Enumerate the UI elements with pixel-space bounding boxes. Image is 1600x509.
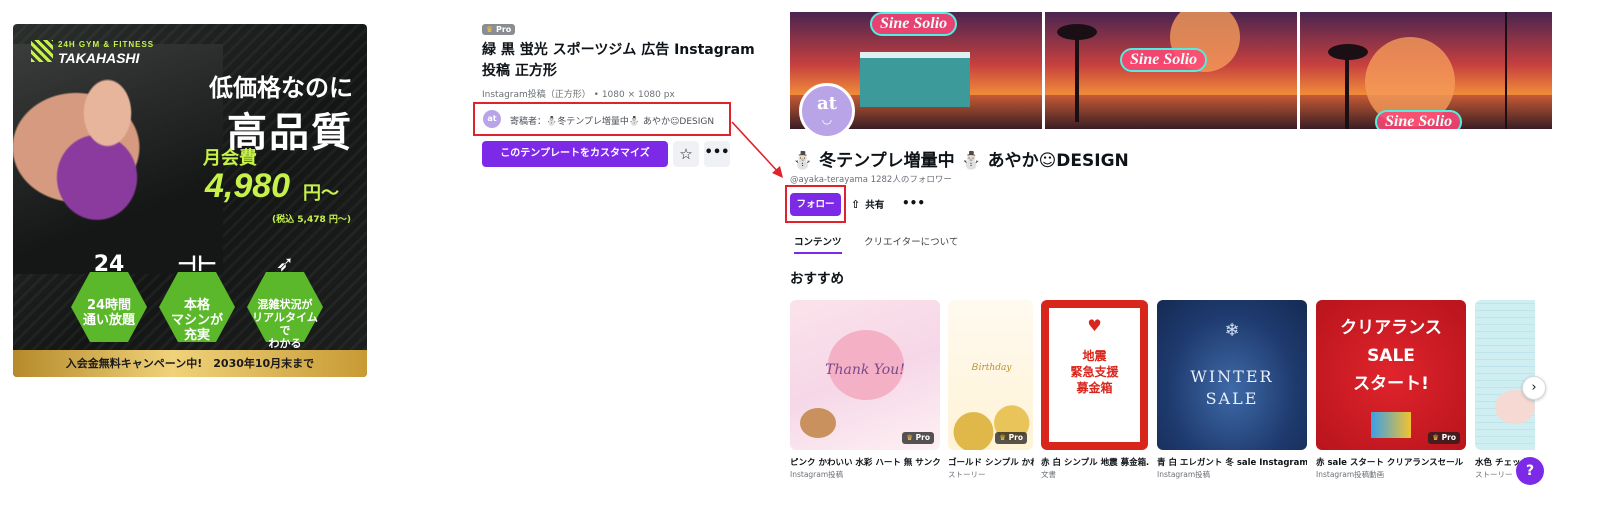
customize-template-button[interactable]: このテンプレートをカスタマイズ xyxy=(482,141,668,167)
card-art-text: 地震 緊急支援 募金箱 xyxy=(1070,349,1119,395)
card-title[interactable]: ピンク かわいい 水彩 ハート 無 サンク… xyxy=(790,456,940,468)
snowflake-icon: ❄ xyxy=(1224,320,1240,341)
template-title: 緑 黒 蛍光 スポーツジム 広告 Instagram 投稿 正方形 xyxy=(482,42,755,79)
brand-logo-icon xyxy=(31,40,53,62)
card-type: Instagram投稿 xyxy=(790,470,844,479)
creator-handle-followers: @ayaka-terayama 1282人のフォロワー xyxy=(790,175,952,185)
pro-badge: ♛ Pro xyxy=(1428,432,1460,444)
annotation-arrow xyxy=(731,121,783,178)
star-icon[interactable]: ☆ xyxy=(673,141,699,167)
ad-headline-1: 低価格なのに xyxy=(209,74,353,102)
share-icon: ⇧ xyxy=(851,198,861,211)
creator-name: ⛄ 冬テンプレ増量中 ⛄ あやか☺DESIGN xyxy=(792,151,1129,171)
contributor-avatar[interactable]: at xyxy=(483,110,501,128)
card-type: 文書 xyxy=(1041,470,1056,479)
banner-image-2: Sine Solio xyxy=(1045,12,1297,129)
creator-avatar[interactable]: at ◡ xyxy=(799,83,855,139)
feature-badge-text: 混雑状況が リアルタイムで わかる xyxy=(252,298,318,350)
banner-sign: Sine Solio xyxy=(1120,48,1208,72)
dumbbell-icon: ⊣⊢ xyxy=(176,252,218,277)
shopping-bag-icon xyxy=(1371,412,1411,438)
more-options-icon[interactable]: ••• xyxy=(704,141,730,167)
ad-footer-campaign: 入会金無料キャンペーン中! 2030年10月末まで xyxy=(13,350,367,377)
help-button[interactable]: ? xyxy=(1516,457,1544,485)
heart-hand-icon: ♥ xyxy=(1087,316,1102,335)
template-card-1[interactable]: Thank You! ♛ Pro xyxy=(790,300,940,450)
card-art-text: WINTER SALE xyxy=(1190,367,1274,408)
pro-badge: ♛ Pro xyxy=(995,432,1027,444)
card-art-text: Ｂirthday xyxy=(969,363,1012,373)
price-value: 4,980 xyxy=(205,167,291,205)
carousel-next-icon[interactable]: › xyxy=(1522,376,1546,400)
card-art-text: クリアランス SALE スタート! xyxy=(1340,318,1442,394)
share-button[interactable]: ⇧ 共有 xyxy=(851,193,884,216)
running-icon: ➶ xyxy=(275,252,295,277)
price-unit: 円〜 xyxy=(303,183,339,204)
feature-badge-24h: 24 24時間 通い放題 xyxy=(69,252,149,344)
template-card-4[interactable]: WINTER SALE ❄ xyxy=(1157,300,1307,450)
template-card-5[interactable]: クリアランス SALE スタート! ♛ Pro xyxy=(1316,300,1466,450)
template-card-6[interactable] xyxy=(1475,300,1535,450)
template-preview: 24H GYM & FITNESS TAKAHASHI 低価格なのに 高品質 月… xyxy=(13,24,367,377)
follow-button[interactable]: フォロー xyxy=(790,193,841,216)
price-tax-note: (税込 5,478 円〜) xyxy=(272,215,351,225)
feature-badge-crowd: ➶ 混雑状況が リアルタイムで わかる xyxy=(245,252,325,350)
athlete-photo xyxy=(13,44,223,274)
template-meta: Instagram投稿（正方形） • 1080 × 1080 px xyxy=(482,90,675,100)
card-art-text: Thank You! xyxy=(825,362,905,378)
card-title[interactable]: 赤 sale スタート クリアランスセール I… xyxy=(1316,456,1466,468)
card-title[interactable]: 赤 白 シンプル 地震 募金箱… xyxy=(1041,456,1149,468)
template-card-2[interactable]: Ｂirthday ♛ Pro xyxy=(948,300,1033,450)
24-hours-icon: 24 xyxy=(93,252,125,277)
card-type: Instagram投稿 xyxy=(1157,470,1211,479)
feature-badge-machines: ⊣⊢ 本格 マシンが 充実 xyxy=(157,252,237,344)
teddy-bear-icon xyxy=(800,408,836,438)
tab-contents[interactable]: コンテンツ xyxy=(794,234,842,254)
pro-badge: ♛ Pro xyxy=(482,24,516,35)
card-title[interactable]: ゴールド シンプル かわいい… xyxy=(948,456,1034,468)
recommended-heading: おすすめ xyxy=(790,271,844,287)
feature-badge-text: 24時間 通い放題 xyxy=(82,298,135,328)
profile-more-icon[interactable]: ••• xyxy=(902,193,925,216)
contributor-link[interactable]: 寄稿者：⛄冬テンプレ増量中⛄ あやか☺DESIGN xyxy=(510,114,714,127)
banner-sign: Sine Solio xyxy=(1375,110,1463,129)
feature-badge-text: 本格 マシンが 充実 xyxy=(170,298,223,343)
pro-badge: ♛ Pro xyxy=(902,432,934,444)
brand-name: TAKAHASHI xyxy=(58,50,140,66)
crown-icon: ♛ xyxy=(486,25,494,34)
banner-image-3: Sine Solio xyxy=(1300,12,1552,129)
brand-subtitle: 24H GYM & FITNESS xyxy=(58,40,155,49)
card-type: ストーリー xyxy=(948,470,986,479)
card-type: ストーリー xyxy=(1475,470,1513,479)
tab-about-creator[interactable]: クリエイターについて xyxy=(864,234,958,254)
banner-sign: Sine Solio xyxy=(870,12,958,36)
template-card-3[interactable]: ♥ 地震 緊急支援 募金箱 xyxy=(1041,300,1148,450)
card-title[interactable]: 青 白 エレガント 冬 sale Instagram 投… xyxy=(1157,456,1307,468)
card-type: Instagram投稿動画 xyxy=(1316,470,1385,479)
